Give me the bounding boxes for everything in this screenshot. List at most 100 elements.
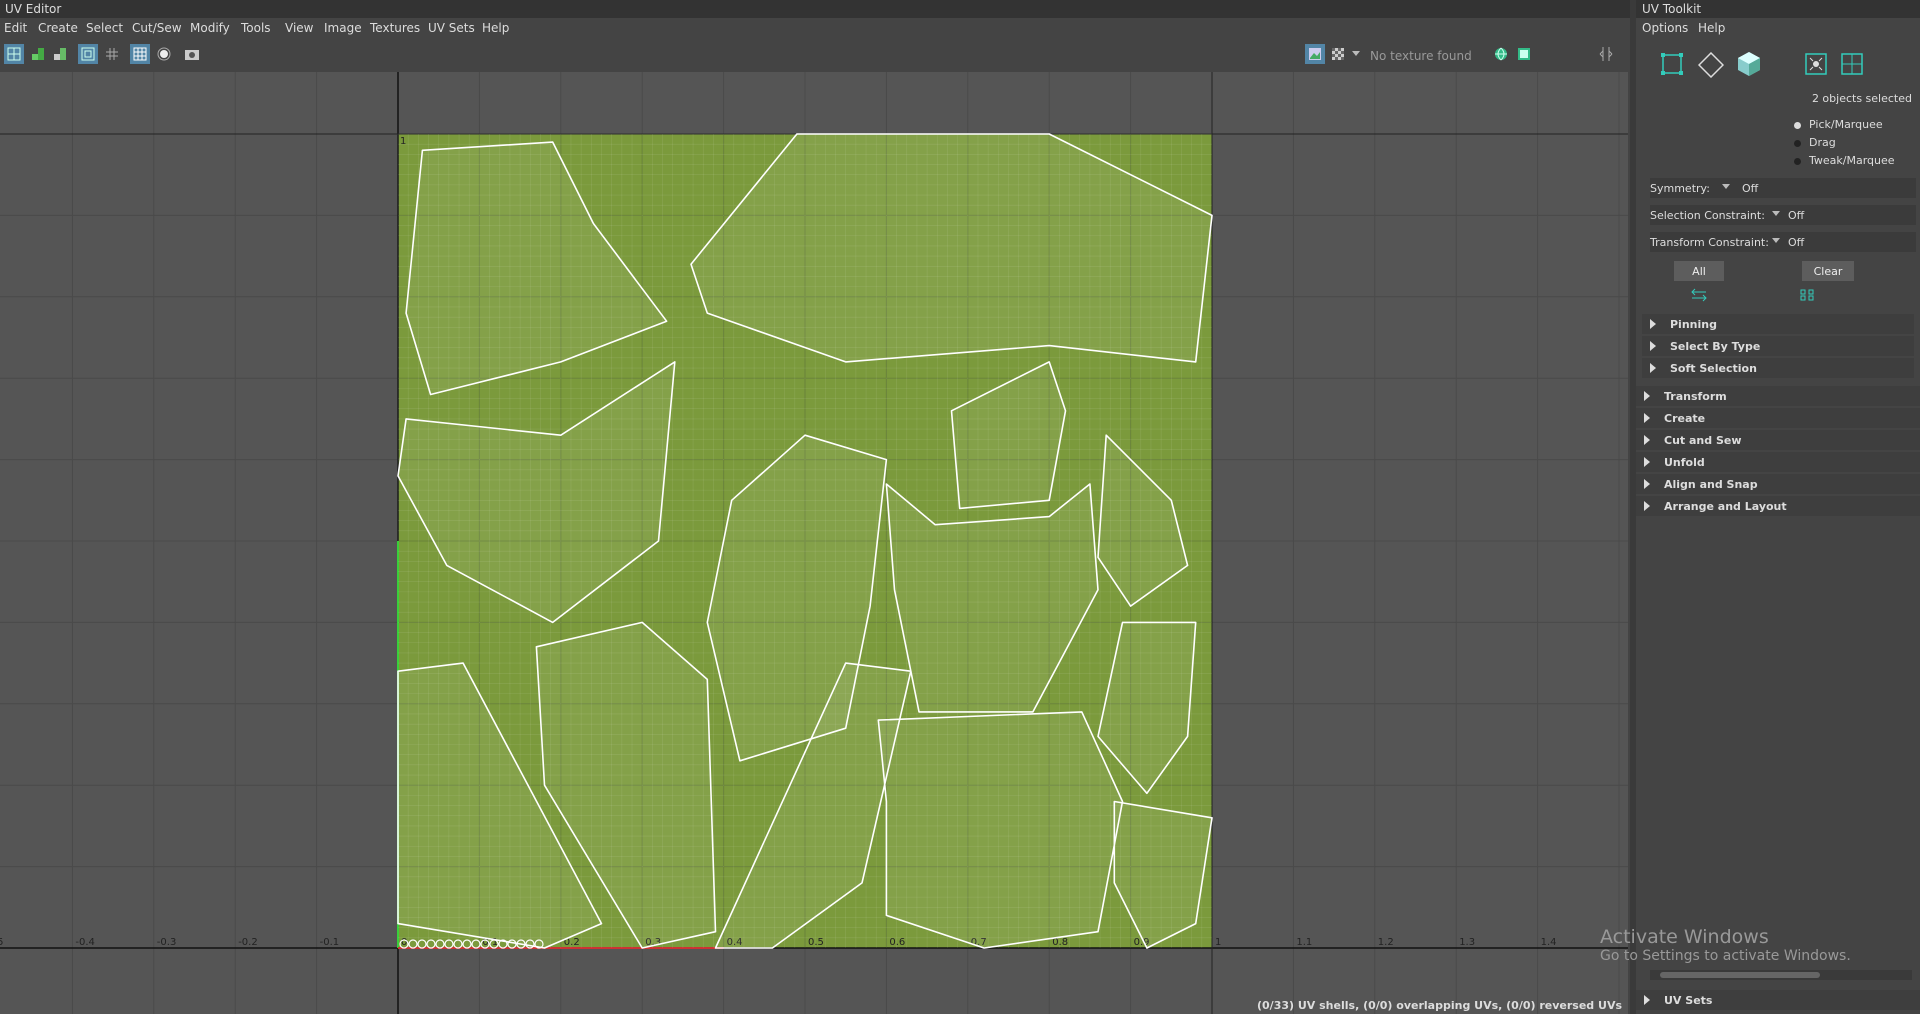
section-soft-selection[interactable]: Soft Selection — [1642, 358, 1914, 378]
clear-button[interactable]: Clear — [1802, 261, 1854, 281]
uv-editor-titlebar: UV Editor — [0, 0, 1630, 19]
uv-editor-toolbar: No texture found — [0, 40, 1630, 70]
select-all-button[interactable]: All — [1674, 261, 1724, 281]
expand-arrow-icon — [1650, 319, 1656, 329]
uv-shell-icon[interactable] — [1697, 51, 1725, 79]
object-cube-icon[interactable] — [1736, 50, 1762, 78]
transform-constraint-field[interactable]: Transform Constraint: Off — [1650, 232, 1916, 252]
tk-menu-help[interactable]: Help — [1698, 21, 1725, 35]
uv-shell-select-icon[interactable] — [4, 44, 24, 64]
stack-alt-icon[interactable] — [50, 44, 70, 64]
menu-image[interactable]: Image — [324, 21, 362, 35]
scrollbar-thumb[interactable] — [1660, 972, 1820, 978]
radio-dot-icon — [1794, 157, 1801, 165]
axis-tick-label: 1 — [1215, 937, 1221, 948]
axis-tick-label: -0.1 — [320, 937, 340, 948]
menu-help[interactable]: Help — [482, 21, 509, 35]
wireframe-icon[interactable] — [130, 44, 150, 64]
section-align-and-snap[interactable]: Align and Snap — [1636, 474, 1920, 494]
texture-status: No texture found — [1370, 49, 1472, 63]
image-display-icon[interactable] — [1305, 44, 1325, 64]
axis-tick-label: 1.1 — [1296, 937, 1312, 948]
expand-arrow-icon — [1644, 413, 1650, 423]
menu-edit[interactable]: Edit — [4, 21, 27, 35]
menu-textures[interactable]: Textures — [370, 21, 420, 35]
symmetry-value[interactable]: Off — [1742, 182, 1758, 195]
selection-count: 2 objects selected — [1811, 92, 1912, 105]
axis-tick-label: 0.5 — [808, 937, 824, 948]
mode-tweak-marquee[interactable]: Tweak/Marquee — [1794, 154, 1895, 167]
checker-icon[interactable] — [1328, 44, 1348, 64]
axis-tick-label: -0.2 — [238, 937, 258, 948]
expand-arrow-icon — [1644, 995, 1650, 1005]
menu-view[interactable]: View — [285, 21, 313, 35]
section-transform[interactable]: Transform — [1636, 386, 1920, 406]
menu-create[interactable]: Create — [38, 21, 78, 35]
uv-toolkit-panel: UV Toolkit Options Help 2 objects select… — [1636, 0, 1920, 1014]
menu-cut-sew[interactable]: Cut/Sew — [132, 21, 182, 35]
expand-arrow-icon — [1644, 479, 1650, 489]
tk-menu-options[interactable]: Options — [1642, 21, 1688, 35]
image-icon[interactable] — [1514, 44, 1534, 64]
section-create[interactable]: Create — [1636, 408, 1920, 428]
chevron-down-icon[interactable] — [1772, 238, 1780, 243]
grow-selection-icon[interactable] — [1690, 288, 1708, 302]
origin-label: 1 — [400, 136, 406, 147]
section-unfold[interactable]: Unfold — [1636, 452, 1920, 472]
symmetry-field[interactable]: Symmetry: Off — [1650, 178, 1916, 198]
uv-grid-icon[interactable] — [102, 44, 122, 64]
panel-toggle-icon[interactable] — [1596, 44, 1616, 64]
mode-drag[interactable]: Drag — [1794, 136, 1836, 149]
status-line: (0/33) UV shells, (0/0) overlapping UVs,… — [1257, 999, 1622, 1012]
axis-tick-label: 0 — [401, 937, 407, 948]
symmetry-label: Symmetry: — [1650, 182, 1710, 195]
shrink-selection-icon[interactable] — [1798, 288, 1816, 302]
section-arrange-and-layout[interactable]: Arrange and Layout — [1636, 496, 1920, 516]
axis-tick-label: -0.4 — [75, 937, 95, 948]
uv-toolkit-titlebar: UV Toolkit — [1636, 0, 1920, 18]
activate-windows-watermark: Activate Windows Go to Settings to activ… — [1600, 926, 1851, 964]
section-uv-sets[interactable]: UV Sets — [1636, 990, 1920, 1010]
uv-shell — [877, 711, 1124, 949]
mode-pick-marquee[interactable]: Pick/Marquee — [1794, 118, 1883, 131]
expand-arrow-icon — [1644, 501, 1650, 511]
uv-editor-window: UV Editor Edit Create Select Cut/Sew Mod… — [0, 0, 1630, 1014]
chevron-down-icon[interactable] — [1722, 184, 1730, 189]
stack-icon[interactable] — [28, 44, 48, 64]
menu-tools[interactable]: Tools — [241, 21, 271, 35]
selection-constraint-field[interactable]: Selection Constraint: Off — [1650, 205, 1916, 225]
menu-modify[interactable]: Modify — [190, 21, 230, 35]
transform-constraint-label: Transform Constraint: — [1650, 236, 1769, 249]
axis-tick-label: 1.2 — [1378, 937, 1394, 948]
expand-arrow-icon — [1650, 341, 1656, 351]
axis-tick-label: -0.3 — [157, 937, 177, 948]
selection-constraint-value[interactable]: Off — [1788, 209, 1804, 222]
axis-tick-label: 0.6 — [889, 937, 905, 948]
menu-uv-sets[interactable]: UV Sets — [428, 21, 475, 35]
menu-select[interactable]: Select — [86, 21, 123, 35]
uv-select-icon[interactable] — [1804, 52, 1828, 76]
uv-component-icon[interactable] — [1660, 52, 1684, 76]
camera-icon[interactable] — [182, 44, 202, 64]
toolkit-scrollbar[interactable] — [1650, 970, 1912, 980]
uv-toolkit-title: UV Toolkit — [1642, 2, 1702, 16]
activate-windows-title: Activate Windows — [1600, 926, 1769, 948]
axis-tick-label: .5 — [0, 937, 4, 948]
uv-viewport[interactable]: .5-0.4-0.3-0.2-0.100.10.20.30.40.50.60.7… — [0, 72, 1628, 1014]
selection-constraint-label: Selection Constraint: — [1650, 209, 1765, 222]
expand-arrow-icon — [1644, 391, 1650, 401]
section-select-by-type[interactable]: Select By Type — [1642, 336, 1914, 356]
radio-dot-icon — [1794, 139, 1801, 147]
sun-icon[interactable] — [154, 44, 174, 64]
chevron-down-icon[interactable] — [1772, 211, 1780, 216]
chevron-down-icon[interactable] — [1350, 44, 1362, 64]
section-pinning[interactable]: Pinning — [1642, 314, 1914, 334]
expand-arrow-icon — [1644, 457, 1650, 467]
uv-canvas[interactable]: .5-0.4-0.3-0.2-0.100.10.20.30.40.50.60.7… — [0, 72, 1628, 1014]
transform-constraint-value[interactable]: Off — [1788, 236, 1804, 249]
globe-icon[interactable] — [1491, 44, 1511, 64]
uv-toolkit-menubar: Options Help — [1636, 18, 1920, 38]
section-cut-and-sew[interactable]: Cut and Sew — [1636, 430, 1920, 450]
uv-tile-icon[interactable] — [1840, 52, 1864, 76]
grid-toggle-icon[interactable] — [78, 44, 98, 64]
